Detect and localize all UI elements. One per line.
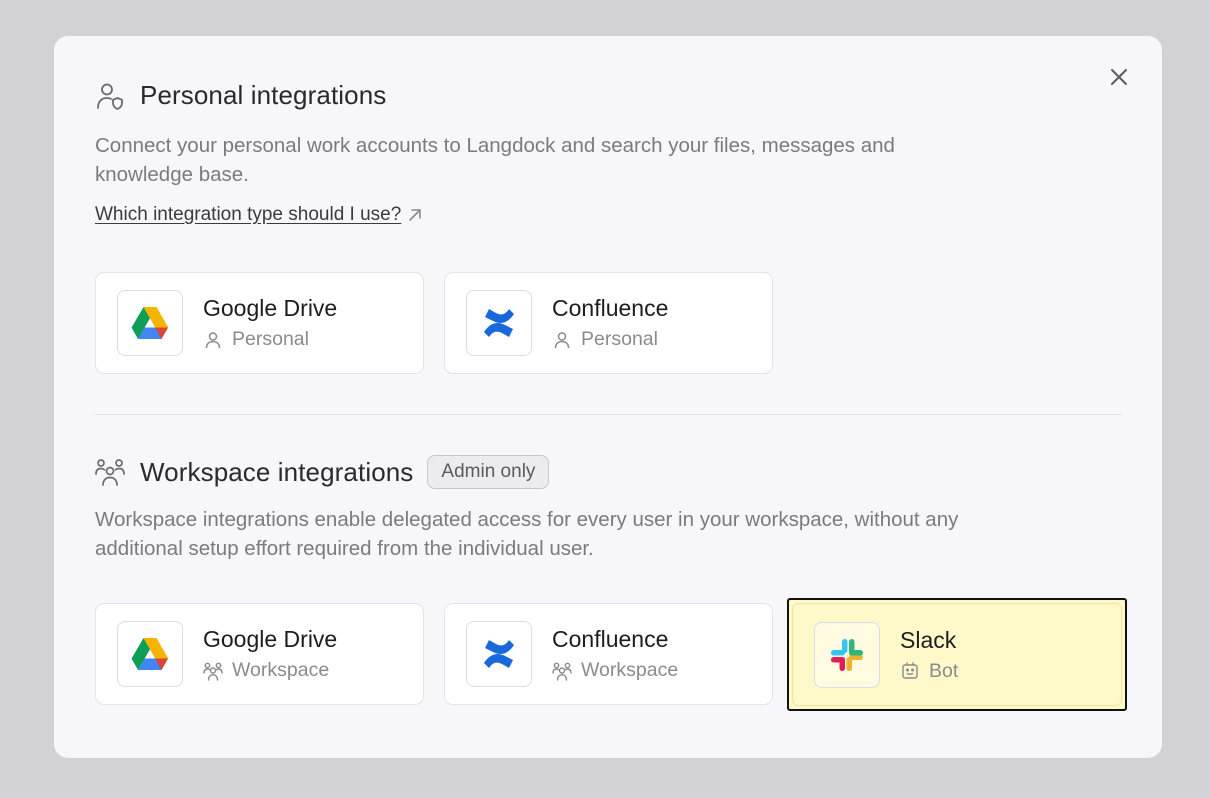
card-name: Google Drive — [203, 626, 338, 652]
confluence-logo — [466, 621, 532, 687]
close-icon — [1111, 69, 1127, 85]
google-drive-logo — [117, 621, 183, 687]
card-type: Bot — [929, 659, 959, 682]
confluence-logo — [466, 290, 532, 356]
workspace-section-description: Workspace integrations enable delegated … — [95, 508, 959, 560]
slack-logo — [814, 621, 880, 688]
card-type: Personal — [581, 328, 658, 350]
personal-section-description: Connect your personal work accounts to L… — [95, 134, 895, 186]
card-name: Confluence — [552, 626, 669, 652]
section-divider — [95, 414, 1122, 415]
personal-section-title: Personal integrations — [140, 80, 387, 110]
bot-icon — [900, 661, 920, 681]
integrations-modal: Personal integrations Connect your perso… — [54, 36, 1162, 758]
workspace-confluence-card[interactable]: Confluence Workspace — [444, 603, 773, 705]
workspace-google-drive-card[interactable]: Google Drive Workspace — [95, 603, 424, 705]
user-icon — [552, 330, 572, 350]
personal-confluence-card[interactable]: Confluence Personal — [444, 272, 773, 374]
personal-google-drive-card[interactable]: Google Drive Personal — [95, 272, 424, 374]
users-icon — [203, 661, 223, 681]
close-button[interactable] — [1106, 64, 1132, 90]
card-type: Personal — [232, 328, 309, 350]
workspace-slack-card[interactable]: Slack Bot — [787, 598, 1127, 711]
card-name: Google Drive — [203, 295, 338, 321]
google-drive-logo — [117, 290, 183, 356]
external-arrow-icon — [407, 207, 423, 223]
help-link-label: Which integration type should I use? — [95, 204, 402, 225]
integration-type-help-link[interactable]: Which integration type should I use? — [95, 204, 423, 226]
card-type: Workspace — [581, 659, 679, 681]
users-icon — [552, 661, 572, 681]
workspace-section-title: Workspace integrations — [140, 456, 414, 487]
card-name: Confluence — [552, 295, 669, 321]
personal-section-header: Personal integrations — [95, 80, 386, 111]
workspace-section-header: Workspace integrations Admin only — [95, 455, 550, 489]
card-name: Slack — [900, 626, 957, 653]
users-icon — [95, 457, 125, 487]
user-icon — [203, 330, 223, 350]
admin-only-badge: Admin only — [427, 455, 550, 489]
user-shield-icon — [95, 81, 125, 111]
card-type: Workspace — [232, 659, 330, 681]
